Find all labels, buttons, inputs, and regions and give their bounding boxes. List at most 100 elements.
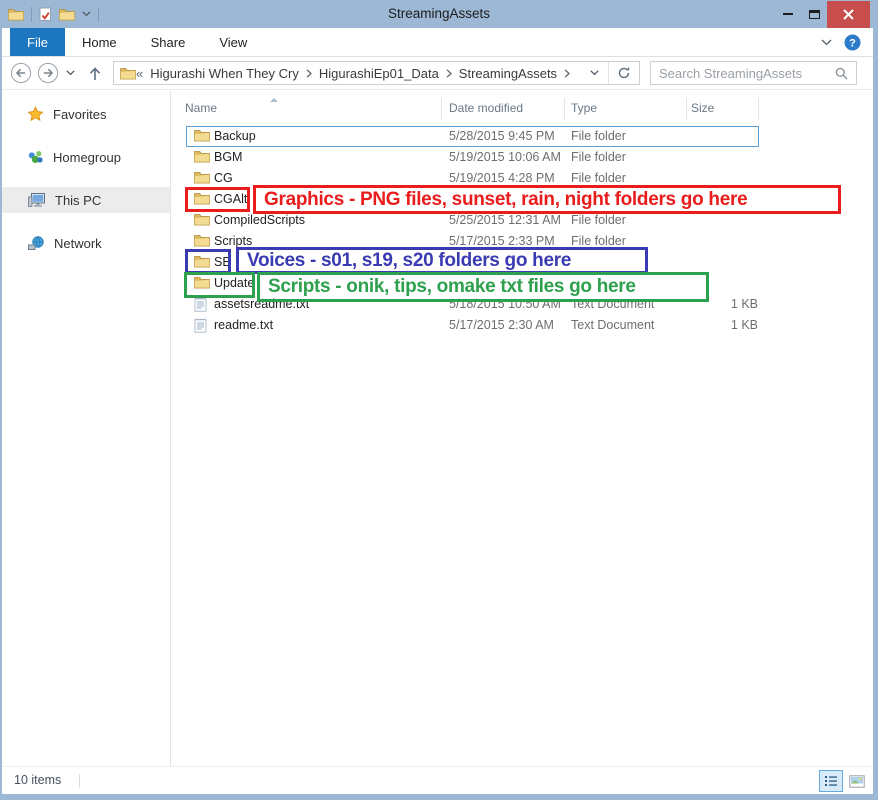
column-headers: Name Date modified Type Size: [172, 98, 873, 120]
address-dropdown-chevron-icon[interactable]: [581, 70, 608, 76]
close-button[interactable]: [827, 1, 870, 28]
breadcrumb-item-higurashiep01-data[interactable]: HigurashiEp01_Data: [319, 66, 439, 81]
file-name: CompiledScripts: [214, 213, 305, 227]
refresh-icon[interactable]: [609, 66, 639, 80]
breadcrumb-arrow-icon[interactable]: [564, 69, 570, 78]
back-button[interactable]: [10, 62, 32, 84]
breadcrumb: « Higurashi When They Cry HigurashiEp01_Da…: [136, 66, 581, 81]
thumbnail-view-icon: [849, 775, 865, 788]
file-row-bgm[interactable]: BGM5/19/2015 10:06 AMFile folder: [172, 147, 873, 168]
address-bar-row: « Higurashi When They Cry HigurashiEp01_Da…: [2, 57, 873, 90]
breadcrumb-arrow-icon[interactable]: [446, 69, 452, 78]
file-name: BGM: [214, 150, 242, 164]
properties-check-icon[interactable]: [39, 7, 52, 22]
file-name: Backup: [214, 129, 256, 143]
item-count: 10 items: [14, 773, 61, 787]
column-separator[interactable]: [441, 98, 442, 120]
file-name: CG: [214, 171, 233, 185]
annotation-row-box-green: [184, 272, 255, 298]
up-button[interactable]: [87, 65, 103, 82]
new-folder-icon[interactable]: [59, 8, 75, 21]
file-type: File folder: [571, 213, 626, 227]
status-bar: 10 items: [2, 766, 873, 794]
file-name: Scripts: [214, 234, 252, 248]
maximize-icon: [809, 10, 820, 19]
minimize-button[interactable]: [775, 1, 801, 27]
customize-chevron-icon[interactable]: [82, 11, 91, 17]
sidebar-item-label: Network: [54, 236, 102, 251]
breadcrumb-item-higurashi-when-they-cry[interactable]: Higurashi When They Cry: [150, 66, 299, 81]
file-date-modified: 5/19/2015 4:28 PM: [449, 171, 555, 185]
column-separator[interactable]: [758, 98, 759, 120]
details-view-button[interactable]: [819, 770, 843, 792]
help-icon[interactable]: ?: [844, 34, 861, 51]
search-input[interactable]: Search StreamingAssets: [650, 61, 857, 85]
breadcrumb-overflow[interactable]: «: [136, 66, 143, 81]
status-separator: [79, 774, 80, 788]
ribbon-tabs: FileHomeShareView: [10, 28, 264, 56]
file-type: File folder: [571, 234, 626, 248]
folder-icon: [194, 213, 210, 226]
folder-icon: [194, 234, 210, 247]
column-separator[interactable]: [564, 98, 565, 120]
window-frame: [0, 28, 2, 800]
homegroup-icon: [27, 149, 44, 165]
tab-view[interactable]: View: [202, 28, 264, 56]
annotation-label-red: Graphics - PNG files, sunset, rain, nigh…: [253, 185, 841, 214]
column-header-type[interactable]: Type: [571, 101, 597, 115]
folder-icon: [194, 171, 210, 184]
window-body: FileHomeShareView ? « Higurashi When They…: [2, 28, 873, 794]
breadcrumb-arrow-icon[interactable]: [306, 69, 312, 78]
computer-icon: [27, 192, 46, 208]
window-title: StreamingAssets: [120, 0, 758, 28]
file-date-modified: 5/17/2015 2:30 AM: [449, 318, 554, 332]
close-icon: [842, 8, 855, 21]
tab-file[interactable]: File: [10, 28, 65, 56]
column-header-size[interactable]: Size: [691, 101, 714, 115]
file-date-modified: 5/19/2015 10:06 AM: [449, 150, 561, 164]
star-icon: [27, 106, 44, 122]
annotation-label-blue: Voices - s01, s19, s20 folders go here: [236, 247, 648, 274]
folder-icon: [194, 129, 210, 142]
annotation-row-box-blue: [185, 249, 231, 274]
minimize-icon: [783, 13, 793, 15]
address-bar[interactable]: « Higurashi When They Cry HigurashiEp01_Da…: [113, 61, 640, 85]
breadcrumb-item-streamingassets[interactable]: StreamingAssets: [459, 66, 557, 81]
sidebar-item-label: Homegroup: [53, 150, 121, 165]
file-list-pane: Name Date modified Type Size Backup 5/28/…: [172, 91, 873, 766]
column-header-name[interactable]: Name: [185, 101, 217, 115]
sidebar-item-favorites[interactable]: Favorites: [2, 101, 170, 127]
tab-share[interactable]: Share: [134, 28, 203, 56]
sidebar-item-label: This PC: [55, 193, 101, 208]
sidebar-item-homegroup[interactable]: Homegroup: [2, 144, 170, 170]
svg-text:?: ?: [849, 38, 856, 50]
sidebar-item-network[interactable]: Network: [2, 230, 170, 256]
column-separator[interactable]: [686, 98, 687, 120]
file-type: File folder: [571, 129, 626, 143]
title-bar: StreamingAssets: [0, 0, 878, 28]
chevron-down-icon[interactable]: [821, 39, 832, 46]
forward-button[interactable]: [37, 62, 59, 84]
file-row-readme-txt[interactable]: readme.txt 5/17/2015 2:30 AM Text Document…: [172, 315, 873, 336]
search-icon[interactable]: [835, 67, 848, 80]
navigation-pane: Favorites Homegroup This PC Network: [2, 91, 171, 766]
file-type: Text Document: [571, 318, 654, 332]
file-date-modified: 5/17/2015 2:33 PM: [449, 234, 555, 248]
view-toggles: [819, 770, 869, 792]
sidebar-item-label: Favorites: [53, 107, 106, 122]
thumbnail-view-button[interactable]: [845, 770, 869, 792]
sidebar-item-this-pc[interactable]: This PC: [2, 187, 170, 213]
maximize-button[interactable]: [801, 1, 827, 27]
column-header-date-modified[interactable]: Date modified: [449, 101, 523, 115]
tab-home[interactable]: Home: [65, 28, 134, 56]
file-date-modified: 5/28/2015 9:45 PM: [449, 129, 555, 143]
folder-icon: [194, 150, 210, 163]
toolbar-separator: [31, 7, 32, 22]
file-row-backup[interactable]: Backup 5/28/2015 9:45 PM File folder: [172, 126, 873, 147]
file-date-modified: 5/25/2015 12:31 AM: [449, 213, 561, 227]
file-name: readme.txt: [214, 318, 273, 332]
address-bar-controls: [581, 62, 639, 84]
history-chevron-icon[interactable]: [66, 70, 75, 76]
file-type: File folder: [571, 171, 626, 185]
annotation-label-green: Scripts - onik, tips, omake txt files go…: [257, 272, 709, 302]
